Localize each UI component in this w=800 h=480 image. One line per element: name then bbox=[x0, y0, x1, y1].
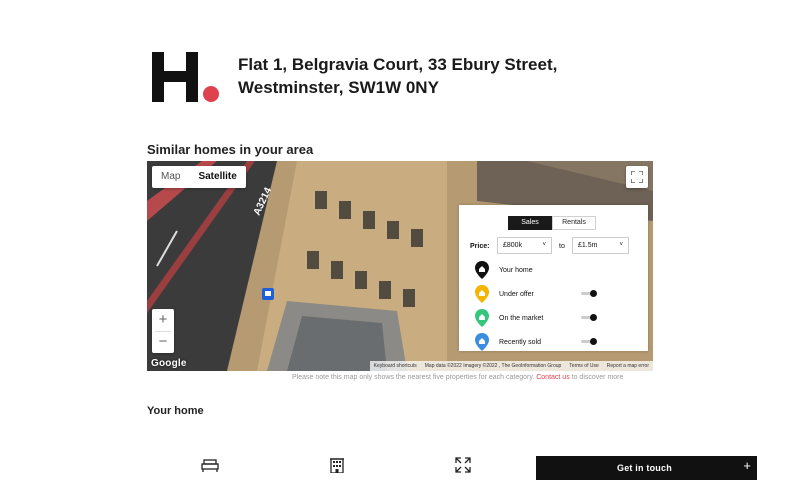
property-address: Flat 1, Belgravia Court, 33 Ebury Street… bbox=[238, 55, 558, 97]
legend-your-home: Your home bbox=[475, 261, 635, 279]
fullscreen-button[interactable] bbox=[626, 166, 648, 188]
map-type-control[interactable]: Map Satellite bbox=[152, 166, 246, 188]
legend-on-the-market: On the market bbox=[475, 309, 635, 327]
legend-label: Your home bbox=[499, 267, 533, 274]
chevron-down-icon: ˅ bbox=[542, 242, 546, 248]
on-market-toggle[interactable] bbox=[581, 314, 597, 321]
map-note-suffix: to discover more bbox=[569, 374, 624, 381]
price-max-select[interactable]: £1.5m ˅ bbox=[572, 237, 629, 254]
zoom-in-button[interactable]: + bbox=[152, 309, 174, 331]
map-note-text: Please note this map only shows the near… bbox=[292, 374, 535, 381]
legend-label: Recently sold bbox=[499, 339, 542, 346]
legend-label: On the market bbox=[499, 315, 544, 322]
fullscreen-icon bbox=[631, 171, 643, 183]
under-offer-toggle[interactable] bbox=[581, 290, 597, 297]
get-in-touch-label: Get in touch bbox=[617, 463, 672, 473]
expand-icon bbox=[454, 457, 472, 473]
legend-label: Under offer bbox=[499, 291, 534, 298]
price-min-select[interactable]: £800k ˅ bbox=[497, 237, 552, 254]
logo-dot bbox=[203, 86, 219, 102]
listing-type-tabs: Sales Rentals bbox=[508, 216, 596, 230]
your-home-heading: Your home bbox=[147, 405, 204, 417]
price-max-value: £1.5m bbox=[578, 242, 598, 249]
keyboard-shortcuts-link[interactable]: Keyboard shortcuts bbox=[370, 361, 421, 371]
price-label: Price: bbox=[470, 243, 490, 250]
chevron-down-icon: ˅ bbox=[619, 242, 623, 248]
map-data-text: Map data ©2022 Imagery ©2022 , The GeoIn… bbox=[424, 363, 562, 369]
zoom-out-button[interactable]: − bbox=[152, 331, 174, 353]
zoom-control[interactable]: + − bbox=[152, 309, 174, 353]
map-view[interactable]: A3214 Map Satellite + − Google Keyboard … bbox=[147, 161, 653, 371]
bed-icon bbox=[201, 457, 219, 473]
map-filter-panel: Sales Rentals Price: £800k ˅ to £1.5m ˅ … bbox=[459, 205, 648, 351]
contact-us-link[interactable]: Contact us bbox=[536, 374, 569, 381]
tab-rentals[interactable]: Rentals bbox=[552, 216, 596, 230]
plus-icon: + bbox=[743, 458, 751, 473]
recently-sold-pin-icon bbox=[475, 333, 489, 351]
map-type-map[interactable]: Map bbox=[152, 166, 189, 188]
price-to-label: to bbox=[559, 243, 565, 250]
get-in-touch-button[interactable]: Get in touch + bbox=[536, 456, 757, 480]
map-attribution: Keyboard shortcuts Map data ©2022 Imager… bbox=[369, 361, 653, 371]
map-note: Please note this map only shows the near… bbox=[292, 373, 623, 383]
home-pin-icon bbox=[475, 261, 489, 279]
terms-link[interactable]: Terms of Use bbox=[565, 361, 602, 371]
similar-homes-heading: Similar homes in your area bbox=[147, 142, 314, 157]
building-icon bbox=[328, 457, 346, 474]
on-market-pin-icon bbox=[475, 309, 489, 327]
brand-logo[interactable] bbox=[150, 50, 220, 106]
recently-sold-toggle[interactable] bbox=[581, 338, 597, 345]
legend-recently-sold: Recently sold bbox=[475, 333, 635, 351]
report-error-link[interactable]: Report a map error bbox=[603, 361, 653, 371]
map-type-satellite[interactable]: Satellite bbox=[189, 166, 245, 188]
price-min-value: £800k bbox=[503, 242, 523, 249]
tab-sales[interactable]: Sales bbox=[508, 216, 552, 230]
legend-under-offer: Under offer bbox=[475, 285, 635, 303]
google-logo: Google bbox=[151, 358, 187, 369]
under-offer-pin-icon bbox=[475, 285, 489, 303]
